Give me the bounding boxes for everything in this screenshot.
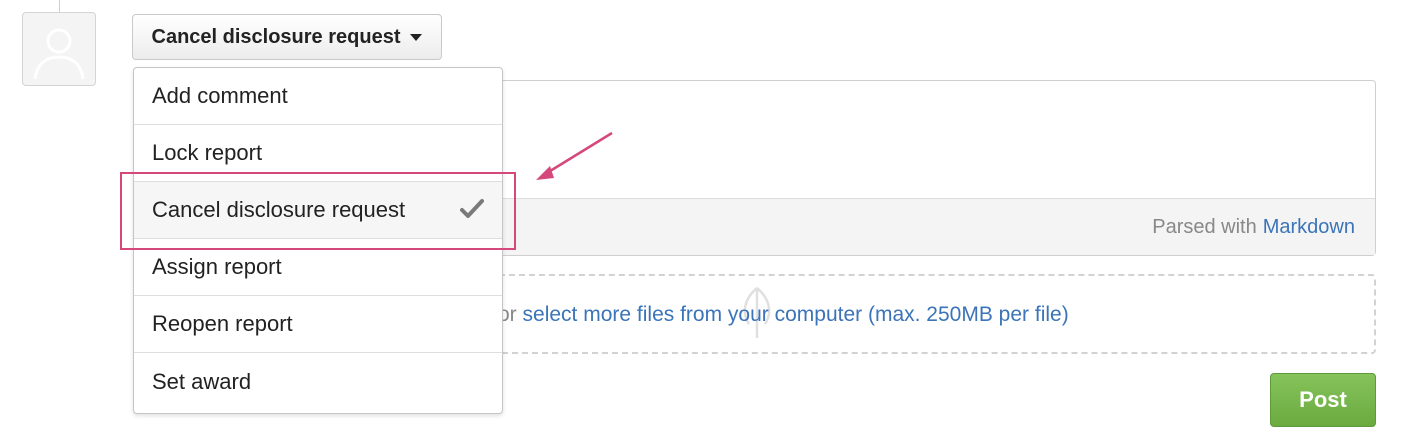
timeline-line <box>59 0 60 12</box>
check-icon <box>460 199 484 218</box>
caret-down-icon <box>410 33 423 41</box>
dropzone-text: or select more files from your computer … <box>498 303 1069 327</box>
editor-footer: Parsed with Markdown <box>486 198 1375 255</box>
menu-item-label: Assign report <box>152 254 282 279</box>
user-silhouette-icon <box>33 28 85 80</box>
menu-item-set-award[interactable]: Set award <box>134 353 502 410</box>
menu-item-label: Cancel disclosure request <box>152 197 406 222</box>
arrow-icon <box>536 131 613 180</box>
menu-item-assign-report[interactable]: Assign report <box>134 239 502 296</box>
menu-item-cancel-disclosure[interactable]: Cancel disclosure request <box>134 182 502 239</box>
menu-item-label: Add comment <box>152 83 288 108</box>
action-dropdown-label: Cancel disclosure request <box>151 25 401 48</box>
menu-item-lock-report[interactable]: Lock report <box>134 125 502 182</box>
file-dropzone[interactable]: or select more files from your computer … <box>485 274 1376 354</box>
select-files-link[interactable]: select more files from your computer (ma… <box>523 303 1069 326</box>
menu-item-label: Reopen report <box>152 311 293 336</box>
menu-item-reopen-report[interactable]: Reopen report <box>134 296 502 353</box>
markdown-link[interactable]: Markdown <box>1263 216 1355 239</box>
menu-item-label: Set award <box>152 368 252 394</box>
parsed-with-text: Parsed with <box>1152 215 1257 238</box>
avatar <box>22 12 96 86</box>
menu-item-add-comment[interactable]: Add comment <box>134 68 502 125</box>
action-dropdown-menu: Add comment Lock report Cancel disclosur… <box>133 67 503 414</box>
post-button[interactable]: Post <box>1270 373 1376 427</box>
action-dropdown-button[interactable]: Cancel disclosure request <box>132 14 442 60</box>
menu-item-label: Lock report <box>152 140 263 165</box>
